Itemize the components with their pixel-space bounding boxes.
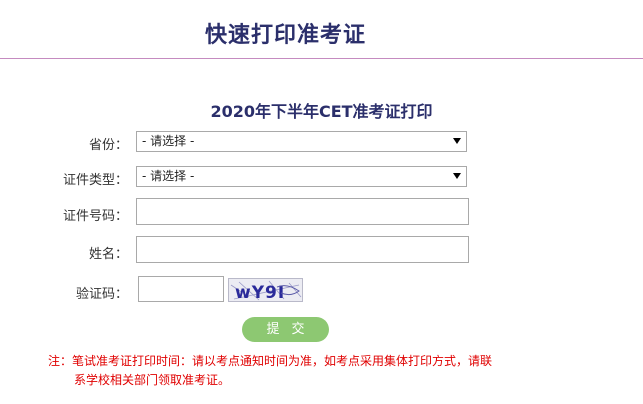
- captcha-image[interactable]: wY9I: [228, 278, 303, 302]
- id-type-select[interactable]: - 请选择 -: [136, 166, 467, 187]
- captcha-graphic: wY9I: [229, 279, 302, 302]
- id-type-select-value: - 请选择 -: [142, 169, 195, 183]
- form-title: 2020年下半年CET准考证打印: [210, 102, 433, 121]
- submit-button[interactable]: 提交: [242, 317, 329, 342]
- notice-line-2: 系学校相关部门领取准考证。: [74, 373, 231, 387]
- province-label: 省份：: [88, 138, 128, 153]
- name-input[interactable]: [136, 236, 469, 263]
- chevron-down-icon: [453, 173, 461, 179]
- province-select[interactable]: - 请选择 -: [136, 131, 467, 152]
- chevron-down-icon: [453, 138, 461, 144]
- captcha-text: wY9I: [235, 283, 285, 302]
- page-title: 快速打印准考证: [205, 23, 367, 48]
- id-number-label: 证件号码：: [62, 209, 128, 224]
- notice-text: 注：笔试准考证打印时间：请以考点通知时间为准，如考点采用集体打印方式，请联 系学…: [48, 352, 593, 390]
- page: 快速打印准考证 2020年下半年CET准考证打印 省份： - 请选择 - 证件类…: [0, 0, 643, 404]
- captcha-label: 验证码：: [75, 287, 128, 302]
- header: 快速打印准考证: [0, 0, 643, 59]
- name-label: 姓名：: [88, 247, 128, 262]
- id-number-input[interactable]: [136, 198, 469, 225]
- captcha-input[interactable]: [138, 276, 224, 302]
- province-select-value: - 请选择 -: [142, 134, 195, 148]
- notice-line-1: 注：笔试准考证打印时间：请以考点通知时间为准，如考点采用集体打印方式，请联: [48, 354, 493, 368]
- id-type-label: 证件类型：: [62, 173, 128, 188]
